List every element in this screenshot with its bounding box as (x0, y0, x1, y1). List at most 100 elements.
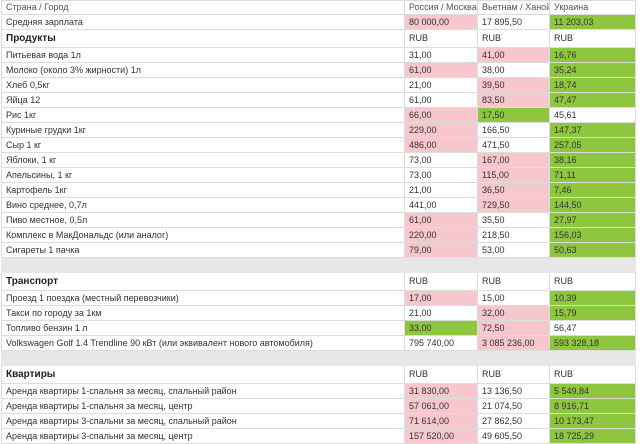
value-russia: 31,00 (404, 47, 478, 63)
separator-cell (549, 257, 636, 273)
table-row: Вино среднее, 0,7л 441,00 729,50 144,50 (1, 197, 636, 213)
currency-label: RUB (404, 29, 478, 48)
value-russia: 157 520,00 (404, 428, 478, 444)
value-vietnam: 53,00 (477, 242, 550, 258)
value-russia: 486,00 (404, 137, 478, 153)
salary-ukraine: 11 203,03 (549, 14, 636, 30)
value-ukraine: 35,24 (549, 62, 636, 78)
table-row: Картофель 1кг 21,00 36,50 7,46 (1, 182, 636, 198)
value-russia: 61,00 (404, 62, 478, 78)
item-label: Картофель 1кг (1, 182, 405, 198)
header-ukraine: Украина (549, 0, 636, 15)
table-row: Сигареты 1 пачка 79,00 53,00 50,63 (1, 242, 636, 258)
item-label: Аренда квартиры 1-спальня за месяц, спал… (1, 383, 405, 399)
value-ukraine: 18 725,29 (549, 428, 636, 444)
table-row: Питьевая вода 1л 31,00 41,00 16,76 (1, 47, 636, 63)
currency-label: RUB (404, 365, 478, 384)
item-label: Рис 1кг (1, 107, 405, 123)
item-label: Молоко (около 3% жирности) 1л (1, 62, 405, 78)
table-row: Куриные грудки 1кг 229,00 166,50 147,37 (1, 122, 636, 138)
value-ukraine: 18,74 (549, 77, 636, 93)
value-vietnam: 35,50 (477, 212, 550, 228)
value-vietnam: 41,00 (477, 47, 550, 63)
value-vietnam: 729,50 (477, 197, 550, 213)
item-label: Яблоки, 1 кг (1, 152, 405, 168)
item-label: Volkswagen Golf 1.4 Trendline 90 кВт (ил… (1, 335, 405, 351)
value-ukraine: 15,79 (549, 305, 636, 321)
separator-cell (404, 257, 478, 273)
value-russia: 21,00 (404, 305, 478, 321)
value-russia: 57 061,00 (404, 398, 478, 414)
value-vietnam: 13 136,50 (477, 383, 550, 399)
item-label: Яйца 12 (1, 92, 405, 108)
salary-row: Средняя зарплата 80 000,00 17 895,50 11 … (1, 14, 636, 30)
value-vietnam: 27 862,50 (477, 413, 550, 429)
value-vietnam: 21 074,50 (477, 398, 550, 414)
table-row: Апельсины, 1 кг 73,00 115,00 71,11 (1, 167, 636, 183)
value-vietnam: 471,50 (477, 137, 550, 153)
value-vietnam: 72,50 (477, 320, 550, 336)
header-label: Страна / Город (1, 0, 405, 15)
currency-label: RUB (477, 365, 550, 384)
table-row: Яблоки, 1 кг 73,00 167,00 38,16 (1, 152, 636, 168)
value-russia: 71 614,00 (404, 413, 478, 429)
table-row: Топливо бензин 1 л 33,00 72,50 56,47 (1, 320, 636, 336)
table-row: Volkswagen Golf 1.4 Trendline 90 кВт (ил… (1, 335, 636, 351)
separator-cell (404, 350, 478, 366)
value-ukraine: 147,37 (549, 122, 636, 138)
table-row: Хлеб 0,5кг 21,00 39,50 18,74 (1, 77, 636, 93)
item-label: Аренда квартиры 3-спальни за месяц, цент… (1, 428, 405, 444)
value-ukraine: 10 173,47 (549, 413, 636, 429)
value-vietnam: 39,50 (477, 77, 550, 93)
value-russia: 33,00 (404, 320, 478, 336)
value-ukraine: 71,11 (549, 167, 636, 183)
item-label: Топливо бензин 1 л (1, 320, 405, 336)
value-vietnam: 115,00 (477, 167, 550, 183)
value-vietnam: 15,00 (477, 290, 550, 306)
section-title: Транспорт (1, 272, 405, 291)
value-russia: 73,00 (404, 167, 478, 183)
item-label: Проезд 1 поездка (местный перевозчики) (1, 290, 405, 306)
value-vietnam: 17,50 (477, 107, 550, 123)
table-row: Пиво местное, 0,5л 61,00 35,50 27,97 (1, 212, 636, 228)
currency-label: RUB (549, 365, 636, 384)
separator-cell (549, 350, 636, 366)
table-row: Молоко (около 3% жирности) 1л 61,00 38,00 3… (1, 62, 636, 78)
item-label: Питьевая вода 1л (1, 47, 405, 63)
value-ukraine: 45,61 (549, 107, 636, 123)
value-russia: 17,00 (404, 290, 478, 306)
value-russia: 21,00 (404, 77, 478, 93)
value-ukraine: 10,39 (549, 290, 636, 306)
table-row: Сыр 1 кг 486,00 471,50 257,05 (1, 137, 636, 153)
header-russia-moscow: Россия / Москва (404, 0, 478, 15)
table-row: Аренда квартиры 1-спальня за месяц, цент… (1, 398, 636, 414)
salary-vietnam: 17 895,50 (477, 14, 550, 30)
value-ukraine: 593 328,18 (549, 335, 636, 351)
value-russia: 795 740,00 (404, 335, 478, 351)
value-russia: 441,00 (404, 197, 478, 213)
section-title: Продукты (1, 29, 405, 48)
section-title: Квартиры (1, 365, 405, 384)
value-ukraine: 144,50 (549, 197, 636, 213)
value-russia: 31 830,00 (404, 383, 478, 399)
currency-label: RUB (477, 29, 550, 48)
value-ukraine: 156,03 (549, 227, 636, 243)
currency-label: RUB (477, 272, 550, 291)
value-vietnam: 36,50 (477, 182, 550, 198)
item-label: Апельсины, 1 кг (1, 167, 405, 183)
table-row: Рис 1кг 66,00 17,50 45,61 (1, 107, 636, 123)
section-header-row: Продукты RUB RUB RUB (1, 29, 636, 48)
section-header-row: Квартиры RUB RUB RUB (1, 365, 636, 384)
value-ukraine: 5 549,84 (549, 383, 636, 399)
header-vietnam-hanoi: Вьетнам / Ханой (477, 0, 550, 15)
salary-russia: 80 000,00 (404, 14, 478, 30)
table-row: Аренда квартиры 3-спальни за месяц, спал… (1, 413, 636, 429)
item-label: Аренда квартиры 3-спальни за месяц, спал… (1, 413, 405, 429)
value-ukraine: 56,47 (549, 320, 636, 336)
table-row: Аренда квартиры 1-спальня за месяц, спал… (1, 383, 636, 399)
value-ukraine: 8 916,71 (549, 398, 636, 414)
separator-cell (1, 257, 405, 273)
value-ukraine: 27,97 (549, 212, 636, 228)
value-russia: 66,00 (404, 107, 478, 123)
item-label: Куриные грудки 1кг (1, 122, 405, 138)
